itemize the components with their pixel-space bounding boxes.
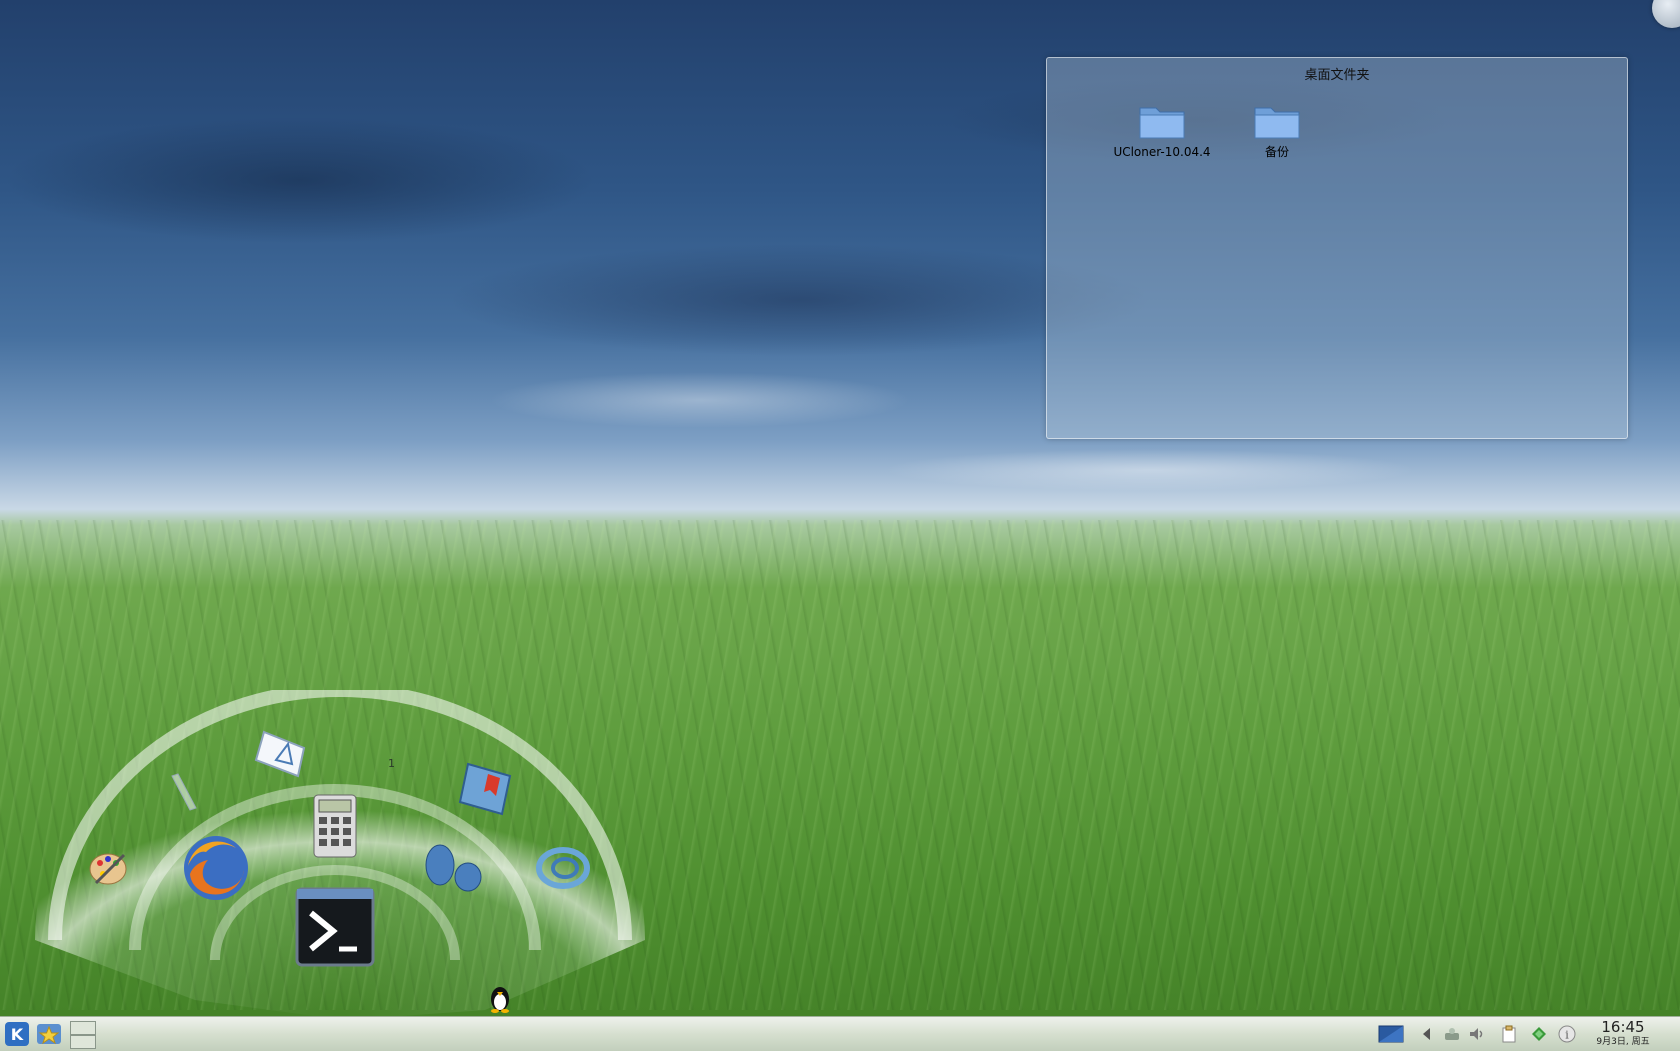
clipboard-icon[interactable] xyxy=(1500,1025,1518,1043)
chat-bubble-icon[interactable] xyxy=(534,844,592,894)
folder-icon xyxy=(1253,102,1301,140)
pencil-icon[interactable] xyxy=(168,772,198,812)
svg-text:K: K xyxy=(11,1025,24,1044)
folder-item-label: UCloner-10.04.4 xyxy=(1113,145,1211,159)
network-icon[interactable] xyxy=(1443,1025,1461,1043)
desktop-icon[interactable] xyxy=(1378,1024,1404,1044)
book-icon[interactable] xyxy=(454,758,518,818)
firefox-icon[interactable] xyxy=(178,830,254,906)
arrow-left-icon[interactable] xyxy=(1418,1025,1436,1043)
terminal-icon[interactable] xyxy=(293,885,379,971)
calculator-icon[interactable] xyxy=(312,793,358,859)
folder-icon xyxy=(1138,102,1186,140)
star-icon[interactable] xyxy=(36,1021,62,1047)
launcher-small-label: 1 xyxy=(388,757,395,770)
svg-text:i: i xyxy=(1565,1029,1569,1042)
clock-date: 9月3日, 周五 xyxy=(1596,1037,1650,1047)
pager-icon[interactable] xyxy=(70,1020,96,1049)
clock-widget[interactable]: 16:45 9月3日, 周五 xyxy=(1588,1019,1658,1048)
folder-item-backup[interactable]: 备份 xyxy=(1227,102,1327,160)
info-icon[interactable]: i xyxy=(1558,1025,1576,1043)
taskbar: K i 16:45 9月3日, 周五 xyxy=(0,1016,1680,1051)
footprints-icon[interactable] xyxy=(420,843,486,893)
clock-time: 16:45 xyxy=(1601,1018,1645,1036)
folder-view-title: 桌面文件夹 xyxy=(1304,68,1370,83)
folder-item-label: 备份 xyxy=(1264,145,1289,159)
folder-item-ucloner[interactable]: UCloner-10.04.4 xyxy=(1112,102,1212,160)
folder-view-widget[interactable]: 桌面文件夹 UCloner-10.04.4 备份 xyxy=(1046,57,1628,439)
update-icon[interactable] xyxy=(1530,1025,1548,1043)
document-icon[interactable] xyxy=(252,728,312,780)
palette-icon[interactable] xyxy=(86,845,130,889)
penguin-icon[interactable] xyxy=(485,983,515,1013)
volume-icon[interactable] xyxy=(1468,1025,1486,1043)
kde-start-icon[interactable]: K xyxy=(4,1021,30,1047)
